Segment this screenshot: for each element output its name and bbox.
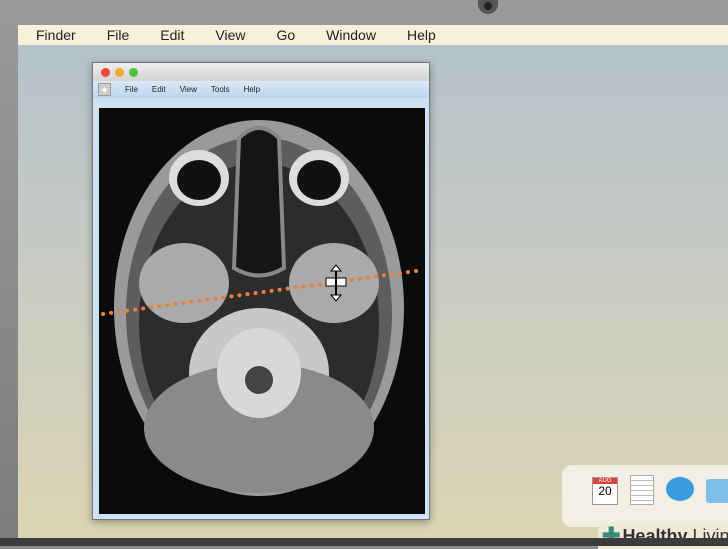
laptop-bezel-bottom [0,538,728,546]
close-button[interactable] [101,67,110,77]
window-menu-edit[interactable]: Edit [152,85,166,94]
messages-icon[interactable] [666,477,694,501]
minimize-button[interactable] [115,67,124,77]
image-viewer-window: ◈ File Edit View Tools Help [92,62,430,520]
notes-icon[interactable] [630,475,654,505]
title-bar[interactable] [93,63,429,81]
desktop: Finder File Edit View Go Window Help ◈ F… [18,25,728,549]
downloads-folder-icon[interactable] [706,479,728,503]
app-icon[interactable]: ◈ [98,83,111,96]
menu-help[interactable]: Help [407,27,436,43]
menu-file[interactable]: File [107,27,130,43]
menu-go[interactable]: Go [276,27,295,43]
menu-finder[interactable]: Finder [36,27,76,43]
calendar-icon[interactable]: AUG 20 [592,477,618,505]
left-temporal-lobe [139,243,229,323]
menu-edit[interactable]: Edit [160,27,184,43]
menu-bar: Finder File Edit View Go Window Help [18,25,728,45]
brain-mri-image[interactable] [99,108,425,514]
window-menu-help[interactable]: Help [244,85,260,94]
window-menu-tools[interactable]: Tools [211,85,230,94]
zoom-button[interactable] [129,67,138,77]
window-menu-file[interactable]: File [125,85,138,94]
window-menu-view[interactable]: View [180,85,197,94]
window-menu-bar: ◈ File Edit View Tools Help [93,81,429,98]
sinus [231,126,287,278]
dock: AUG 20 [562,465,728,527]
menu-window[interactable]: Window [326,27,376,43]
menu-view[interactable]: View [215,27,245,43]
